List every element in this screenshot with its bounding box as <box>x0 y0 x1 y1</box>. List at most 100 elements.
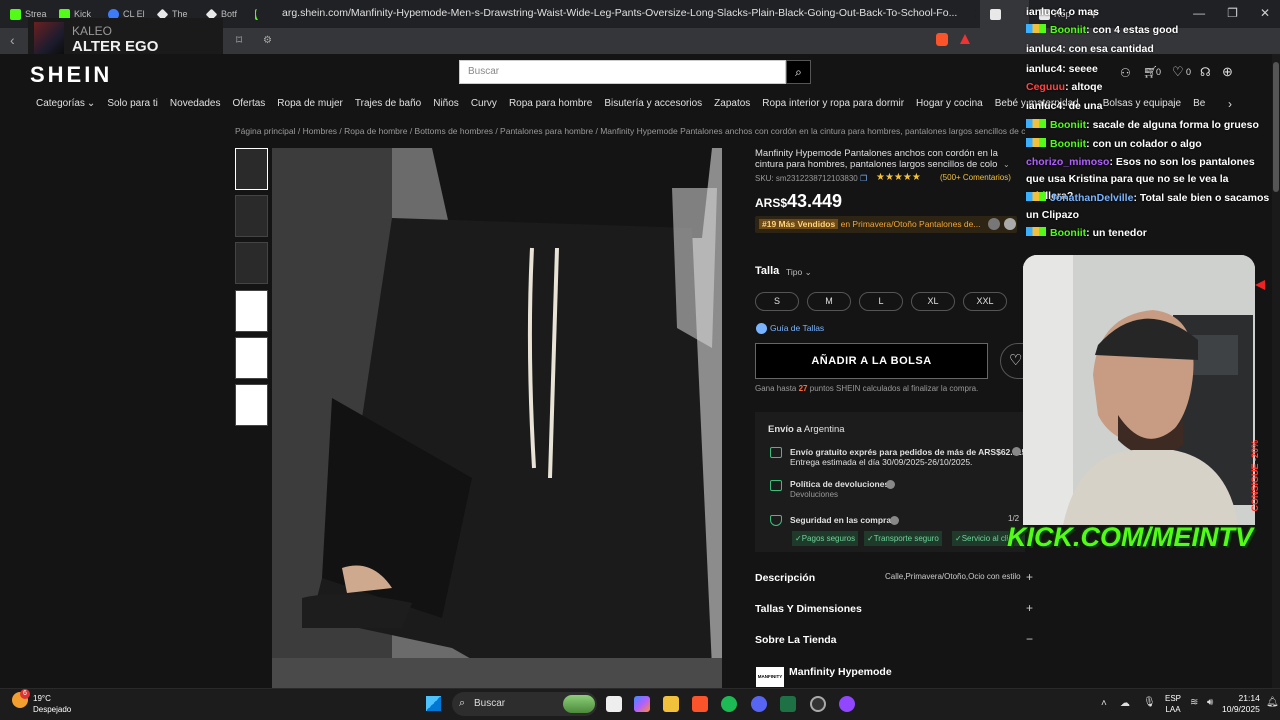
weather-widget[interactable]: 19°C Despejado <box>33 693 71 715</box>
chat-text: : un tenedor <box>1086 227 1147 239</box>
chat-username[interactable]: ianluc4 <box>1026 63 1062 75</box>
chat-username[interactable]: chorizo_mimoso <box>1026 156 1109 168</box>
size-option-xxl[interactable]: XXL <box>963 292 1007 311</box>
size-guide-link[interactable]: Guía de Tallas <box>770 323 824 333</box>
chat-text: : con 4 estas good <box>1086 24 1179 36</box>
chat-username[interactable]: Ceguuu <box>1026 81 1065 93</box>
chat-message: ianluc4: con esa cantidad <box>1026 41 1272 58</box>
reviews-link[interactable]: (500+ Comentarios) <box>940 173 1011 182</box>
microphone-icon[interactable]: 🎙︎ <box>1143 697 1156 708</box>
bookmark-icon[interactable]: ⌑ <box>236 33 242 47</box>
category-nav-item[interactable]: Novedades <box>170 98 221 109</box>
chat-username[interactable]: Booniit <box>1050 227 1086 239</box>
rating-stars: ★★★★★ <box>876 172 921 183</box>
ship-country: Argentina <box>803 424 845 435</box>
url-field[interactable]: arg.shein.com/Manfinity-Hypemode-Men-s-D… <box>256 3 976 24</box>
chat-username[interactable]: Booniit <box>1050 138 1086 150</box>
returns-info[interactable]: Política de devoluciones Devoluciones <box>790 479 889 499</box>
size-option-l[interactable]: L <box>859 292 903 311</box>
chat-text: : sacale de alguna forma lo grueso <box>1086 119 1259 131</box>
discord-icon[interactable] <box>751 696 767 712</box>
site-info-icon[interactable]: ⚙ <box>263 35 272 46</box>
accordion-description[interactable]: Descripción <box>755 572 815 584</box>
chat-username[interactable]: ianluc4 <box>1026 6 1062 18</box>
size-type-dropdown[interactable]: Tipo ⌄ <box>786 267 812 278</box>
free-shipping-title: Envío gratuito exprés para pedidos de má… <box>790 447 1027 457</box>
category-nav-item[interactable]: Bisutería y accesorios <box>604 98 702 109</box>
size-option-m[interactable]: M <box>807 292 851 311</box>
task-view-icon[interactable] <box>606 696 622 712</box>
category-nav-item[interactable]: Trajes de baño <box>355 98 421 109</box>
brave-browser-icon[interactable] <box>692 696 708 712</box>
chat-username[interactable]: ianluc4 <box>1026 43 1062 55</box>
product-thumbnail[interactable] <box>235 290 268 332</box>
expand-icon[interactable]: + <box>1026 601 1033 615</box>
search-input[interactable]: Buscar <box>459 60 786 84</box>
volume-icon[interactable]: 🔊︎ <box>1207 697 1213 708</box>
chevron-down-icon: ⌄ <box>86 98 96 109</box>
size-option-xl[interactable]: XL <box>911 292 955 311</box>
avatar <box>988 218 1000 230</box>
chat-username[interactable]: ianluc4 <box>1026 100 1062 112</box>
taskbar-clock[interactable]: 21:14 10/9/2025 <box>1222 693 1260 715</box>
obs-icon[interactable] <box>810 696 826 712</box>
file-explorer-icon[interactable] <box>663 696 679 712</box>
category-nav-item[interactable]: Ropa de mujer <box>277 98 343 109</box>
breadcrumb[interactable]: Página principal / Hombres / Ropa de hom… <box>235 126 1025 136</box>
search-highlight-icon <box>563 695 595 713</box>
search-icon[interactable]: ⌕ <box>786 60 811 84</box>
brave-shield-icon[interactable] <box>936 33 948 46</box>
category-nav-item[interactable]: Ropa interior y ropa para dormir <box>762 98 904 109</box>
chat-username[interactable]: JonathanDelville <box>1050 192 1133 204</box>
scrollbar-thumb[interactable] <box>1273 62 1279 192</box>
store-logo[interactable]: MANFINITY Hypemode <box>756 667 784 699</box>
chat-username[interactable]: Booniit <box>1050 119 1086 131</box>
side-promo-text[interactable]: CONSIGUE -20% <box>1250 440 1260 512</box>
product-main-image[interactable] <box>272 148 722 688</box>
info-icon[interactable] <box>1012 447 1021 456</box>
back-icon[interactable]: ‹ <box>10 32 15 48</box>
windows-start-icon[interactable] <box>426 696 441 711</box>
ranking-banner[interactable]: #19 Más Vendidos en Primavera/Otoño Pant… <box>755 216 1017 233</box>
product-thumbnail[interactable] <box>235 148 268 190</box>
add-to-bag-button[interactable]: AÑADIR A LA BOLSA <box>755 343 988 379</box>
tray-expand-icon[interactable]: ˄ <box>1101 698 1107 709</box>
language-indicator[interactable]: ESP LAA <box>1165 693 1181 715</box>
category-nav-item[interactable]: Ropa para hombre <box>509 98 592 109</box>
category-nav-item[interactable]: Hogar y cocina <box>916 98 983 109</box>
wifi-icon[interactable]: ≋ <box>1190 697 1198 708</box>
info-icon[interactable] <box>886 480 895 489</box>
ship-to[interactable]: Envío a Argentina <box>768 424 845 435</box>
collapse-icon[interactable]: − <box>1026 632 1033 646</box>
shein-logo[interactable]: SHEIN <box>30 62 112 88</box>
app-icon[interactable] <box>839 696 855 712</box>
product-thumbnail[interactable] <box>235 384 268 426</box>
category-nav-item[interactable]: Curvy <box>471 98 497 109</box>
chat-username[interactable]: Booniit <box>1050 24 1086 36</box>
product-thumbnail[interactable] <box>235 337 268 379</box>
weather-desc: Despejado <box>33 705 72 714</box>
category-nav-item[interactable]: Niños <box>433 98 459 109</box>
copilot-icon[interactable] <box>634 696 650 712</box>
accordion-store[interactable]: Sobre La Tienda <box>755 634 837 646</box>
size-option-s[interactable]: S <box>755 292 799 311</box>
category-nav-item[interactable]: Ofertas <box>233 98 266 109</box>
price-currency: ARS$ <box>755 196 788 210</box>
copy-icon[interactable]: ❐ <box>860 174 867 183</box>
category-nav-item[interactable]: Solo para ti <box>107 98 158 109</box>
category-nav-item[interactable]: Zapatos <box>714 98 750 109</box>
spotify-icon[interactable] <box>721 696 737 712</box>
notification-icon[interactable]: 🔔︎ <box>1266 697 1279 708</box>
streamer-webcam <box>1023 255 1255 525</box>
info-icon[interactable] <box>890 516 899 525</box>
store-name[interactable]: Manfinity Hypemode <box>789 666 892 678</box>
expand-title-icon[interactable]: ⌄ <box>1003 160 1010 169</box>
expand-icon[interactable]: + <box>1026 570 1033 584</box>
network-icon[interactable]: ☁ <box>1120 698 1130 709</box>
product-thumbnail[interactable] <box>235 242 268 284</box>
category-nav-item[interactable]: Categorías <box>36 98 85 109</box>
album-cover <box>34 22 64 56</box>
excel-icon[interactable] <box>780 696 796 712</box>
product-thumbnail[interactable] <box>235 195 268 237</box>
accordion-sizes[interactable]: Tallas Y Dimensiones <box>755 603 862 615</box>
